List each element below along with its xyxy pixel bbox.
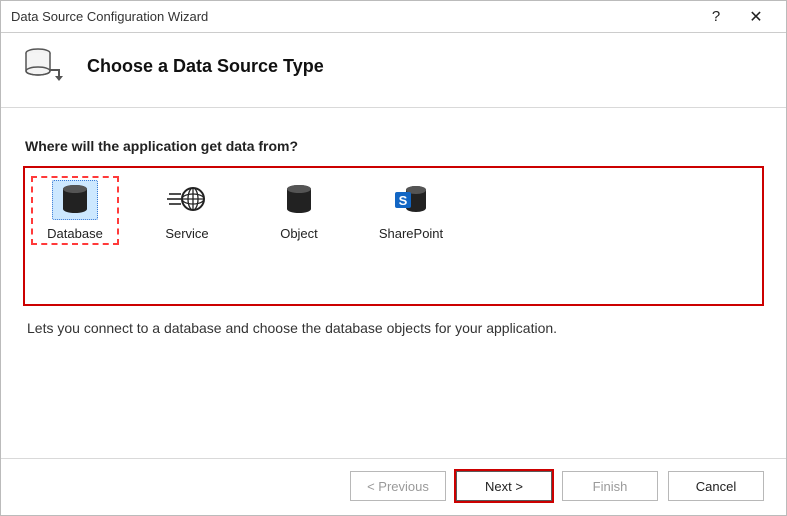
cancel-button[interactable]: Cancel <box>668 471 764 501</box>
option-object[interactable]: Object <box>255 176 343 245</box>
option-label: SharePoint <box>379 226 443 241</box>
option-database[interactable]: Database <box>31 176 119 245</box>
database-icon <box>52 180 98 220</box>
prompt-label: Where will the application get data from… <box>25 138 764 154</box>
help-button[interactable]: ? <box>696 1 736 33</box>
service-icon <box>164 180 210 220</box>
option-service[interactable]: Service <box>143 176 231 245</box>
help-icon: ? <box>712 8 720 25</box>
next-button[interactable]: Next > <box>456 471 552 501</box>
option-description: Lets you connect to a database and choos… <box>27 320 760 336</box>
object-icon <box>276 180 322 220</box>
wizard-footer: < Previous Next > Finish Cancel <box>1 458 786 515</box>
option-sharepoint[interactable]: S SharePoint <box>367 176 455 245</box>
option-label: Object <box>280 226 318 241</box>
wizard-title: Choose a Data Source Type <box>87 56 324 77</box>
wizard-header: Choose a Data Source Type <box>1 33 786 107</box>
previous-button[interactable]: < Previous <box>350 471 446 501</box>
svg-text:S: S <box>399 193 408 208</box>
option-label: Service <box>165 226 208 241</box>
option-label: Database <box>47 226 103 241</box>
wizard-body: Where will the application get data from… <box>1 108 786 336</box>
sharepoint-icon: S <box>388 180 434 220</box>
wizard-hero-icon <box>23 47 67 85</box>
close-icon: ✕ <box>749 7 762 27</box>
options-highlight-box: Database Service <box>23 166 764 306</box>
titlebar: Data Source Configuration Wizard ? ✕ <box>1 1 786 33</box>
window-title: Data Source Configuration Wizard <box>11 9 696 24</box>
close-button[interactable]: ✕ <box>736 1 776 33</box>
source-type-list: Database Service <box>31 176 756 245</box>
finish-button[interactable]: Finish <box>562 471 658 501</box>
